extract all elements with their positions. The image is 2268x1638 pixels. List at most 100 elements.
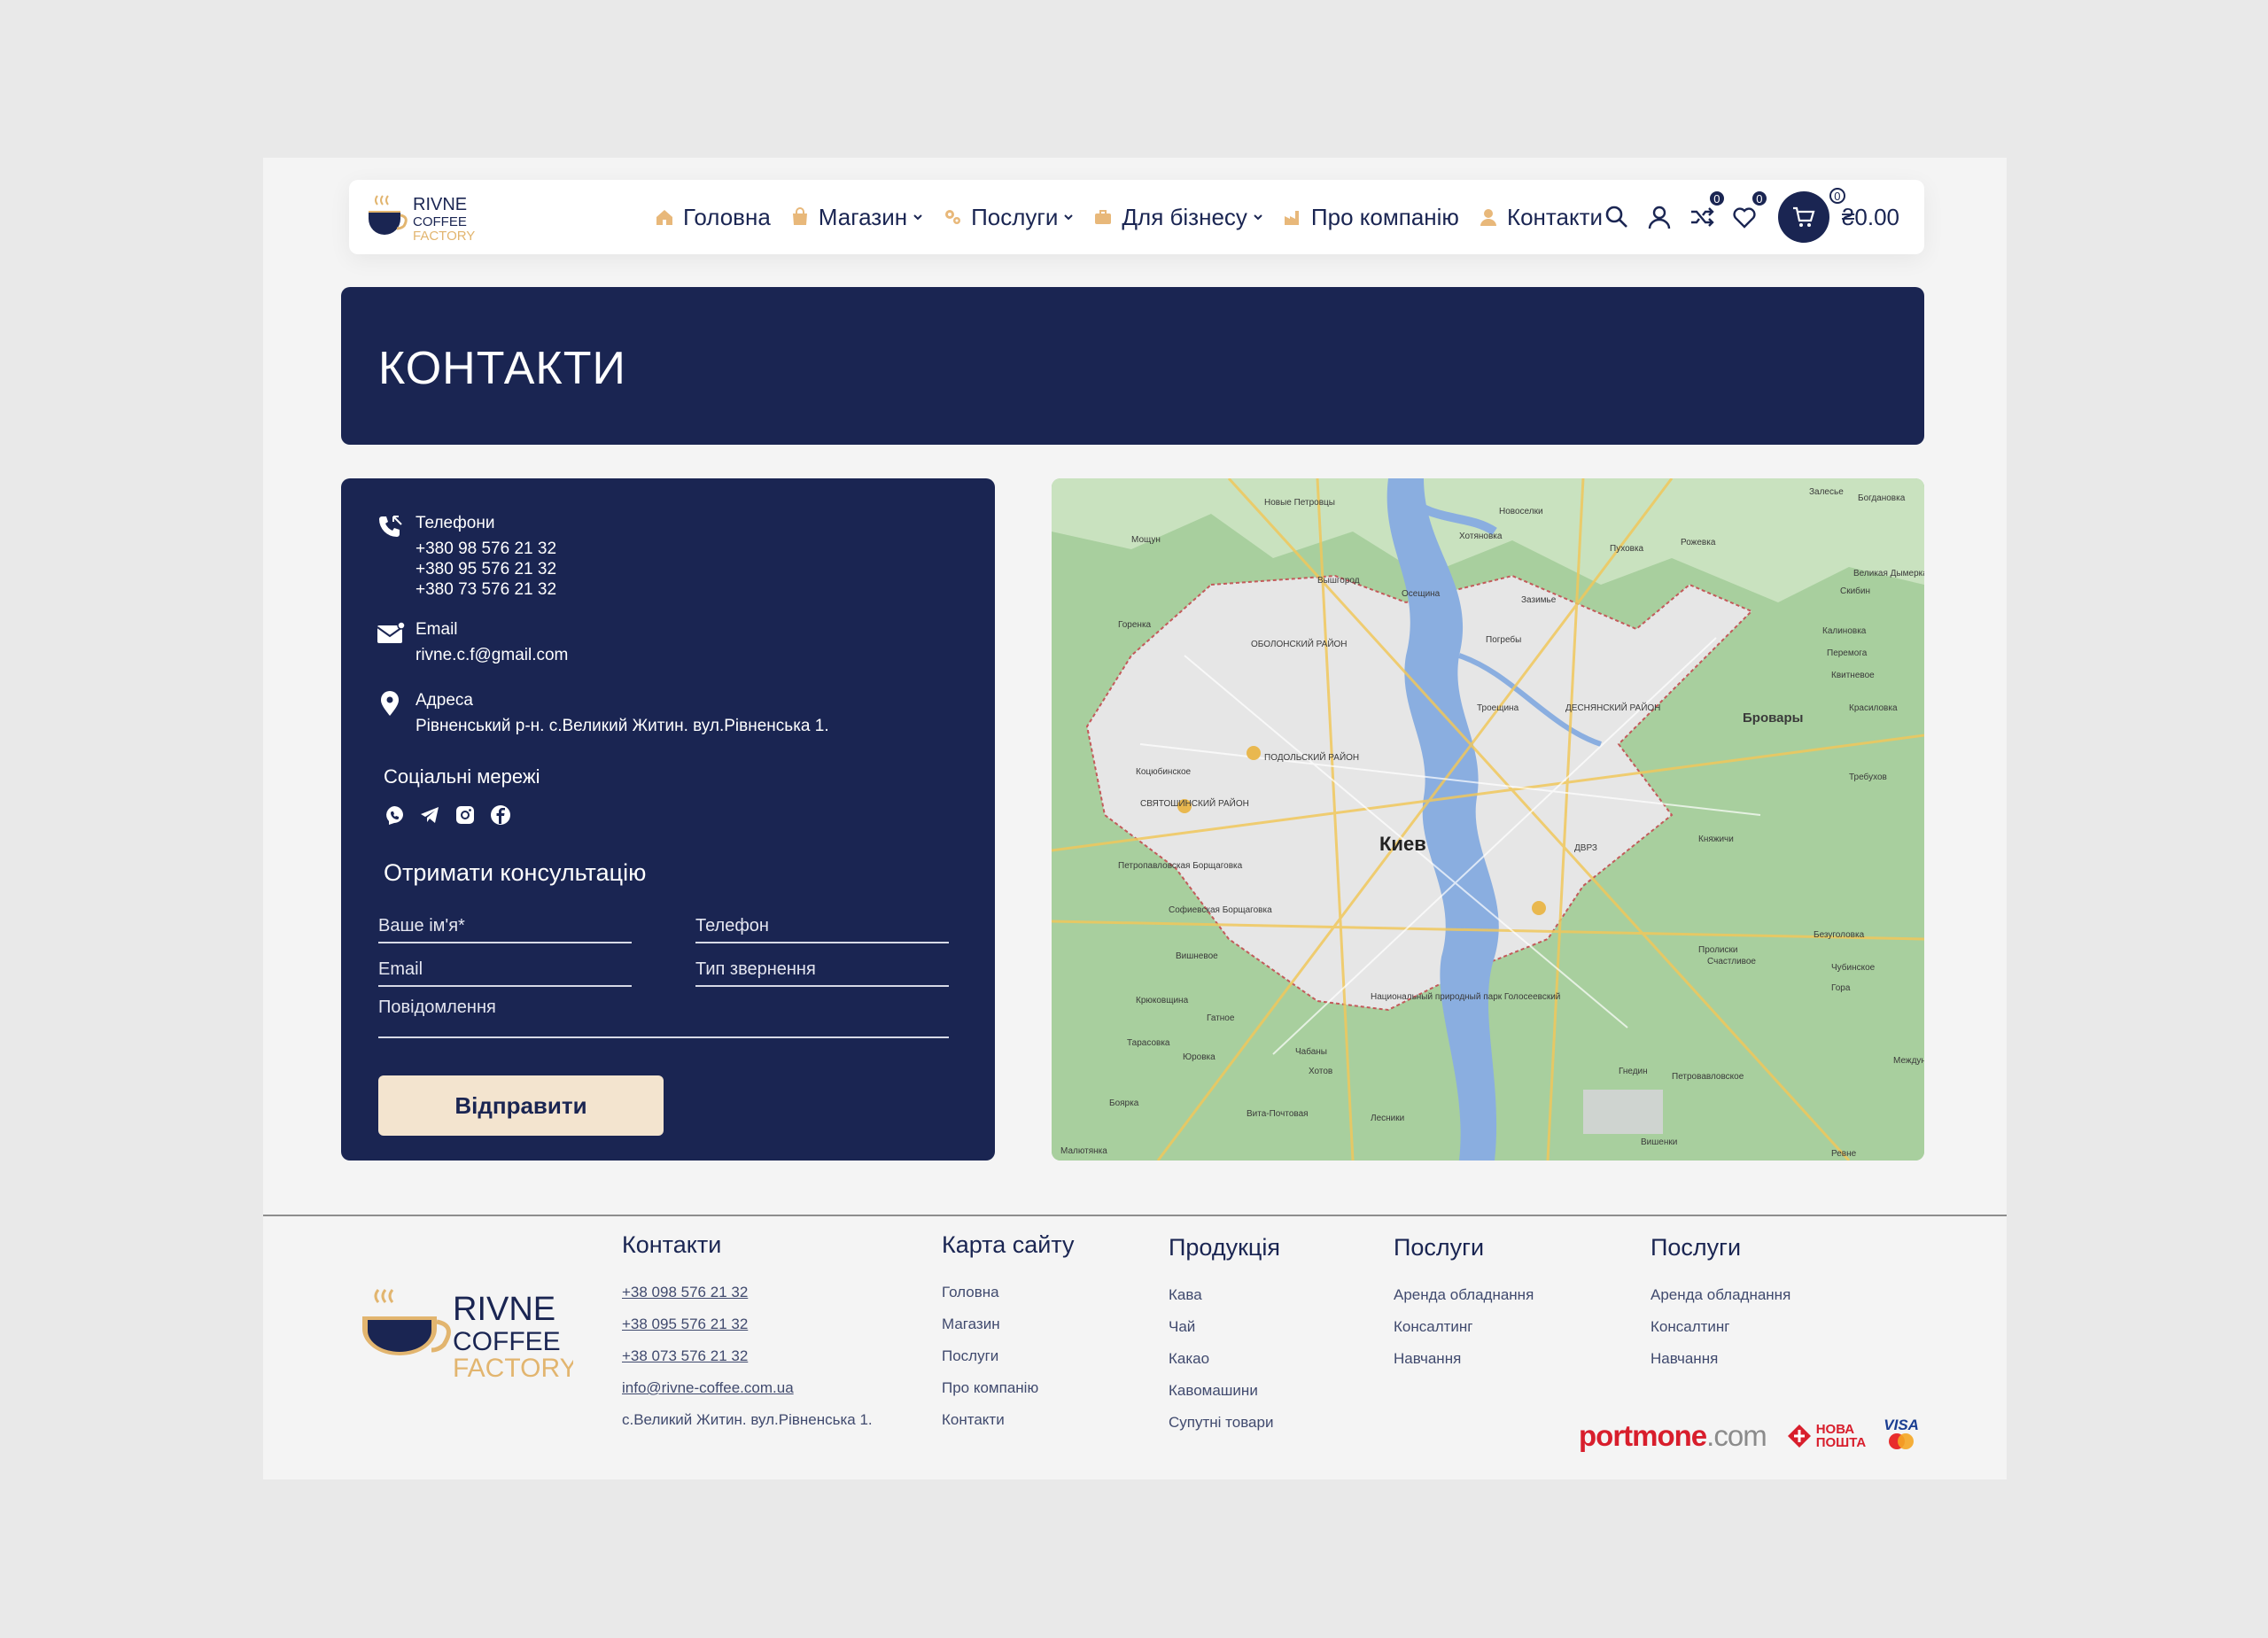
map-place-label: Петровавловское: [1672, 1072, 1744, 1082]
name-field[interactable]: Ваше ім'я*: [378, 916, 632, 943]
map-place-label: Гора: [1831, 983, 1851, 993]
compare-button[interactable]: 0: [1689, 189, 1727, 229]
nav-item-shop[interactable]: Магазин: [790, 204, 923, 231]
instagram-icon[interactable]: [454, 804, 476, 826]
footer-link[interactable]: Чай: [1169, 1311, 1280, 1343]
footer-contacts: Контакти +38 098 576 21 32 +38 095 576 2…: [622, 1231, 873, 1436]
phone-number[interactable]: +380 95 576 21 32: [416, 559, 556, 579]
map-place-label: Перемога: [1827, 648, 1868, 658]
portmone-logo-domain: .com: [1706, 1419, 1767, 1452]
footer-link[interactable]: Контакти: [942, 1404, 1075, 1436]
map-place-label: Хотяновка: [1459, 532, 1503, 541]
visa-label: VISA: [1884, 1417, 1919, 1433]
facebook-icon[interactable]: [490, 804, 511, 826]
footer-link[interactable]: Навчання: [1651, 1343, 1790, 1375]
request-type-field[interactable]: Тип звернення: [695, 959, 949, 987]
email-link[interactable]: rivne.c.f@gmail.com: [416, 645, 568, 665]
portmone-logo-main: portmone: [1579, 1419, 1707, 1452]
mail-icon: [377, 621, 406, 643]
footer-logo[interactable]: RIVNE COFFEE FACTORY: [361, 1285, 573, 1382]
footer-link[interactable]: Консалтинг: [1394, 1311, 1534, 1343]
footer-link[interactable]: Консалтинг: [1651, 1311, 1790, 1343]
chevron-down-icon: [913, 214, 922, 221]
gears-icon: [945, 210, 961, 224]
nav-item-business[interactable]: Для бізнесу: [1093, 204, 1263, 231]
map-place-label: Зазимье: [1521, 595, 1557, 605]
nav-label: Послуги: [971, 203, 1059, 230]
nav-item-services[interactable]: Послуги: [943, 204, 1074, 231]
search-icon[interactable]: [1604, 205, 1629, 229]
nav-item-contacts[interactable]: Контакти: [1479, 204, 1603, 231]
footer-link[interactable]: Навчання: [1394, 1343, 1534, 1375]
map-place-label: Красиловка: [1849, 703, 1898, 713]
map-city-label: Киев: [1379, 833, 1426, 855]
cart-icon: [1792, 206, 1815, 227]
map-marker[interactable]: [1532, 901, 1546, 915]
phone-icon: [379, 516, 402, 537]
message-field[interactable]: Повідомлення: [378, 998, 949, 1038]
map-place-label: Вишневое: [1176, 951, 1218, 961]
footer-phone[interactable]: +38 095 576 21 32: [622, 1308, 873, 1340]
footer-heading: Контакти: [622, 1231, 722, 1258]
nav-item-about[interactable]: Про компанію: [1283, 204, 1459, 231]
map-place-label: Чубинское: [1831, 962, 1876, 973]
address-label: Адреса: [416, 691, 473, 710]
map-place-label: Малютянка: [1060, 1146, 1107, 1156]
svg-text:RIVNE: RIVNE: [413, 195, 467, 214]
mastercard-icon: [1889, 1433, 1915, 1449]
footer-email[interactable]: info@rivne-coffee.com.ua: [622, 1372, 873, 1404]
footer-services-2: Послуги Аренда обладнання Консалтинг Нав…: [1651, 1234, 1790, 1375]
map-place-label: ДЕСНЯНСКИЙ РАЙОН: [1565, 702, 1660, 713]
portmone-logo: portmone.com: [1579, 1419, 1767, 1453]
footer-phone[interactable]: +38 073 576 21 32: [622, 1340, 873, 1372]
footer-link[interactable]: Аренда обладнання: [1651, 1279, 1790, 1311]
footer-link[interactable]: Про компанію: [942, 1372, 1075, 1404]
name-placeholder: Ваше ім'я*: [378, 916, 465, 935]
email-field[interactable]: Email: [378, 959, 632, 987]
map-place-label: Национальный природный парк Голосеевский: [1371, 992, 1560, 1002]
viber-icon[interactable]: [384, 804, 405, 826]
phone-placeholder: Телефон: [695, 916, 769, 935]
map-place-label: Хотов: [1309, 1067, 1332, 1076]
nova-poshta-line1: НОВА: [1815, 1422, 1855, 1437]
wishlist-button[interactable]: 0: [1732, 189, 1769, 229]
map-place-label: Погребы: [1486, 634, 1521, 645]
nav-item-home[interactable]: Головна: [655, 204, 771, 231]
briefcase-icon: [1095, 210, 1112, 224]
footer-link[interactable]: Магазин: [942, 1308, 1075, 1340]
map-place-label: Квитневое: [1831, 671, 1875, 680]
map-place-label: Петропавловская Борщаговка: [1118, 861, 1243, 871]
footer-link[interactable]: Кава: [1169, 1279, 1280, 1311]
telegram-icon[interactable]: [419, 804, 440, 826]
phone-number[interactable]: +380 98 576 21 32: [416, 539, 556, 559]
map-place-label: Лесники: [1371, 1114, 1404, 1123]
map-place-label: Залесье: [1809, 487, 1844, 497]
map-place-label: Чабаны: [1295, 1046, 1327, 1057]
footer-phone[interactable]: +38 098 576 21 32: [622, 1277, 873, 1308]
phone-number[interactable]: +380 73 576 21 32: [416, 579, 556, 600]
person-icon: [1480, 209, 1496, 226]
map-canvas[interactable]: Киев Новые Петровцы Мощун Вышгород Осещина Н…: [1052, 478, 1924, 1161]
footer-link[interactable]: Кавомашини: [1169, 1375, 1280, 1407]
submit-button[interactable]: Відправити: [378, 1075, 664, 1136]
map-place-label: Боярка: [1109, 1098, 1139, 1108]
user-icon[interactable]: [1647, 205, 1672, 229]
map[interactable]: Киев Новые Петровцы Мощун Вышгород Осещина Н…: [1052, 478, 1924, 1161]
map-place-label: Калиновка: [1822, 626, 1867, 636]
svg-text:COFFEE: COFFEE: [413, 214, 467, 229]
visa-mastercard-logo: VISA: [1884, 1417, 1919, 1455]
map-place-label: СВЯТОШИНСКИЙ РАЙОН: [1140, 797, 1249, 809]
cart-button[interactable]: 0: [1777, 188, 1845, 243]
footer-heading: Карта сайту: [942, 1231, 1075, 1258]
footer-link[interactable]: Аренда обладнання: [1394, 1279, 1534, 1311]
phone-field[interactable]: Телефон: [695, 916, 949, 943]
footer-link[interactable]: Послуги: [942, 1340, 1075, 1372]
map-marker[interactable]: [1247, 746, 1261, 760]
footer-link[interactable]: Супутні товари: [1169, 1407, 1280, 1439]
footer-link[interactable]: Головна: [942, 1277, 1075, 1308]
map-place-label: Вишенки: [1641, 1137, 1677, 1147]
footer-link[interactable]: Какао: [1169, 1343, 1280, 1375]
map-place-label: Великая Дымерка: [1853, 569, 1924, 578]
brand-logo[interactable]: RIVNE COFFEE FACTORY: [365, 189, 489, 245]
nova-poshta-line2: ПОШТА: [1815, 1435, 1867, 1450]
